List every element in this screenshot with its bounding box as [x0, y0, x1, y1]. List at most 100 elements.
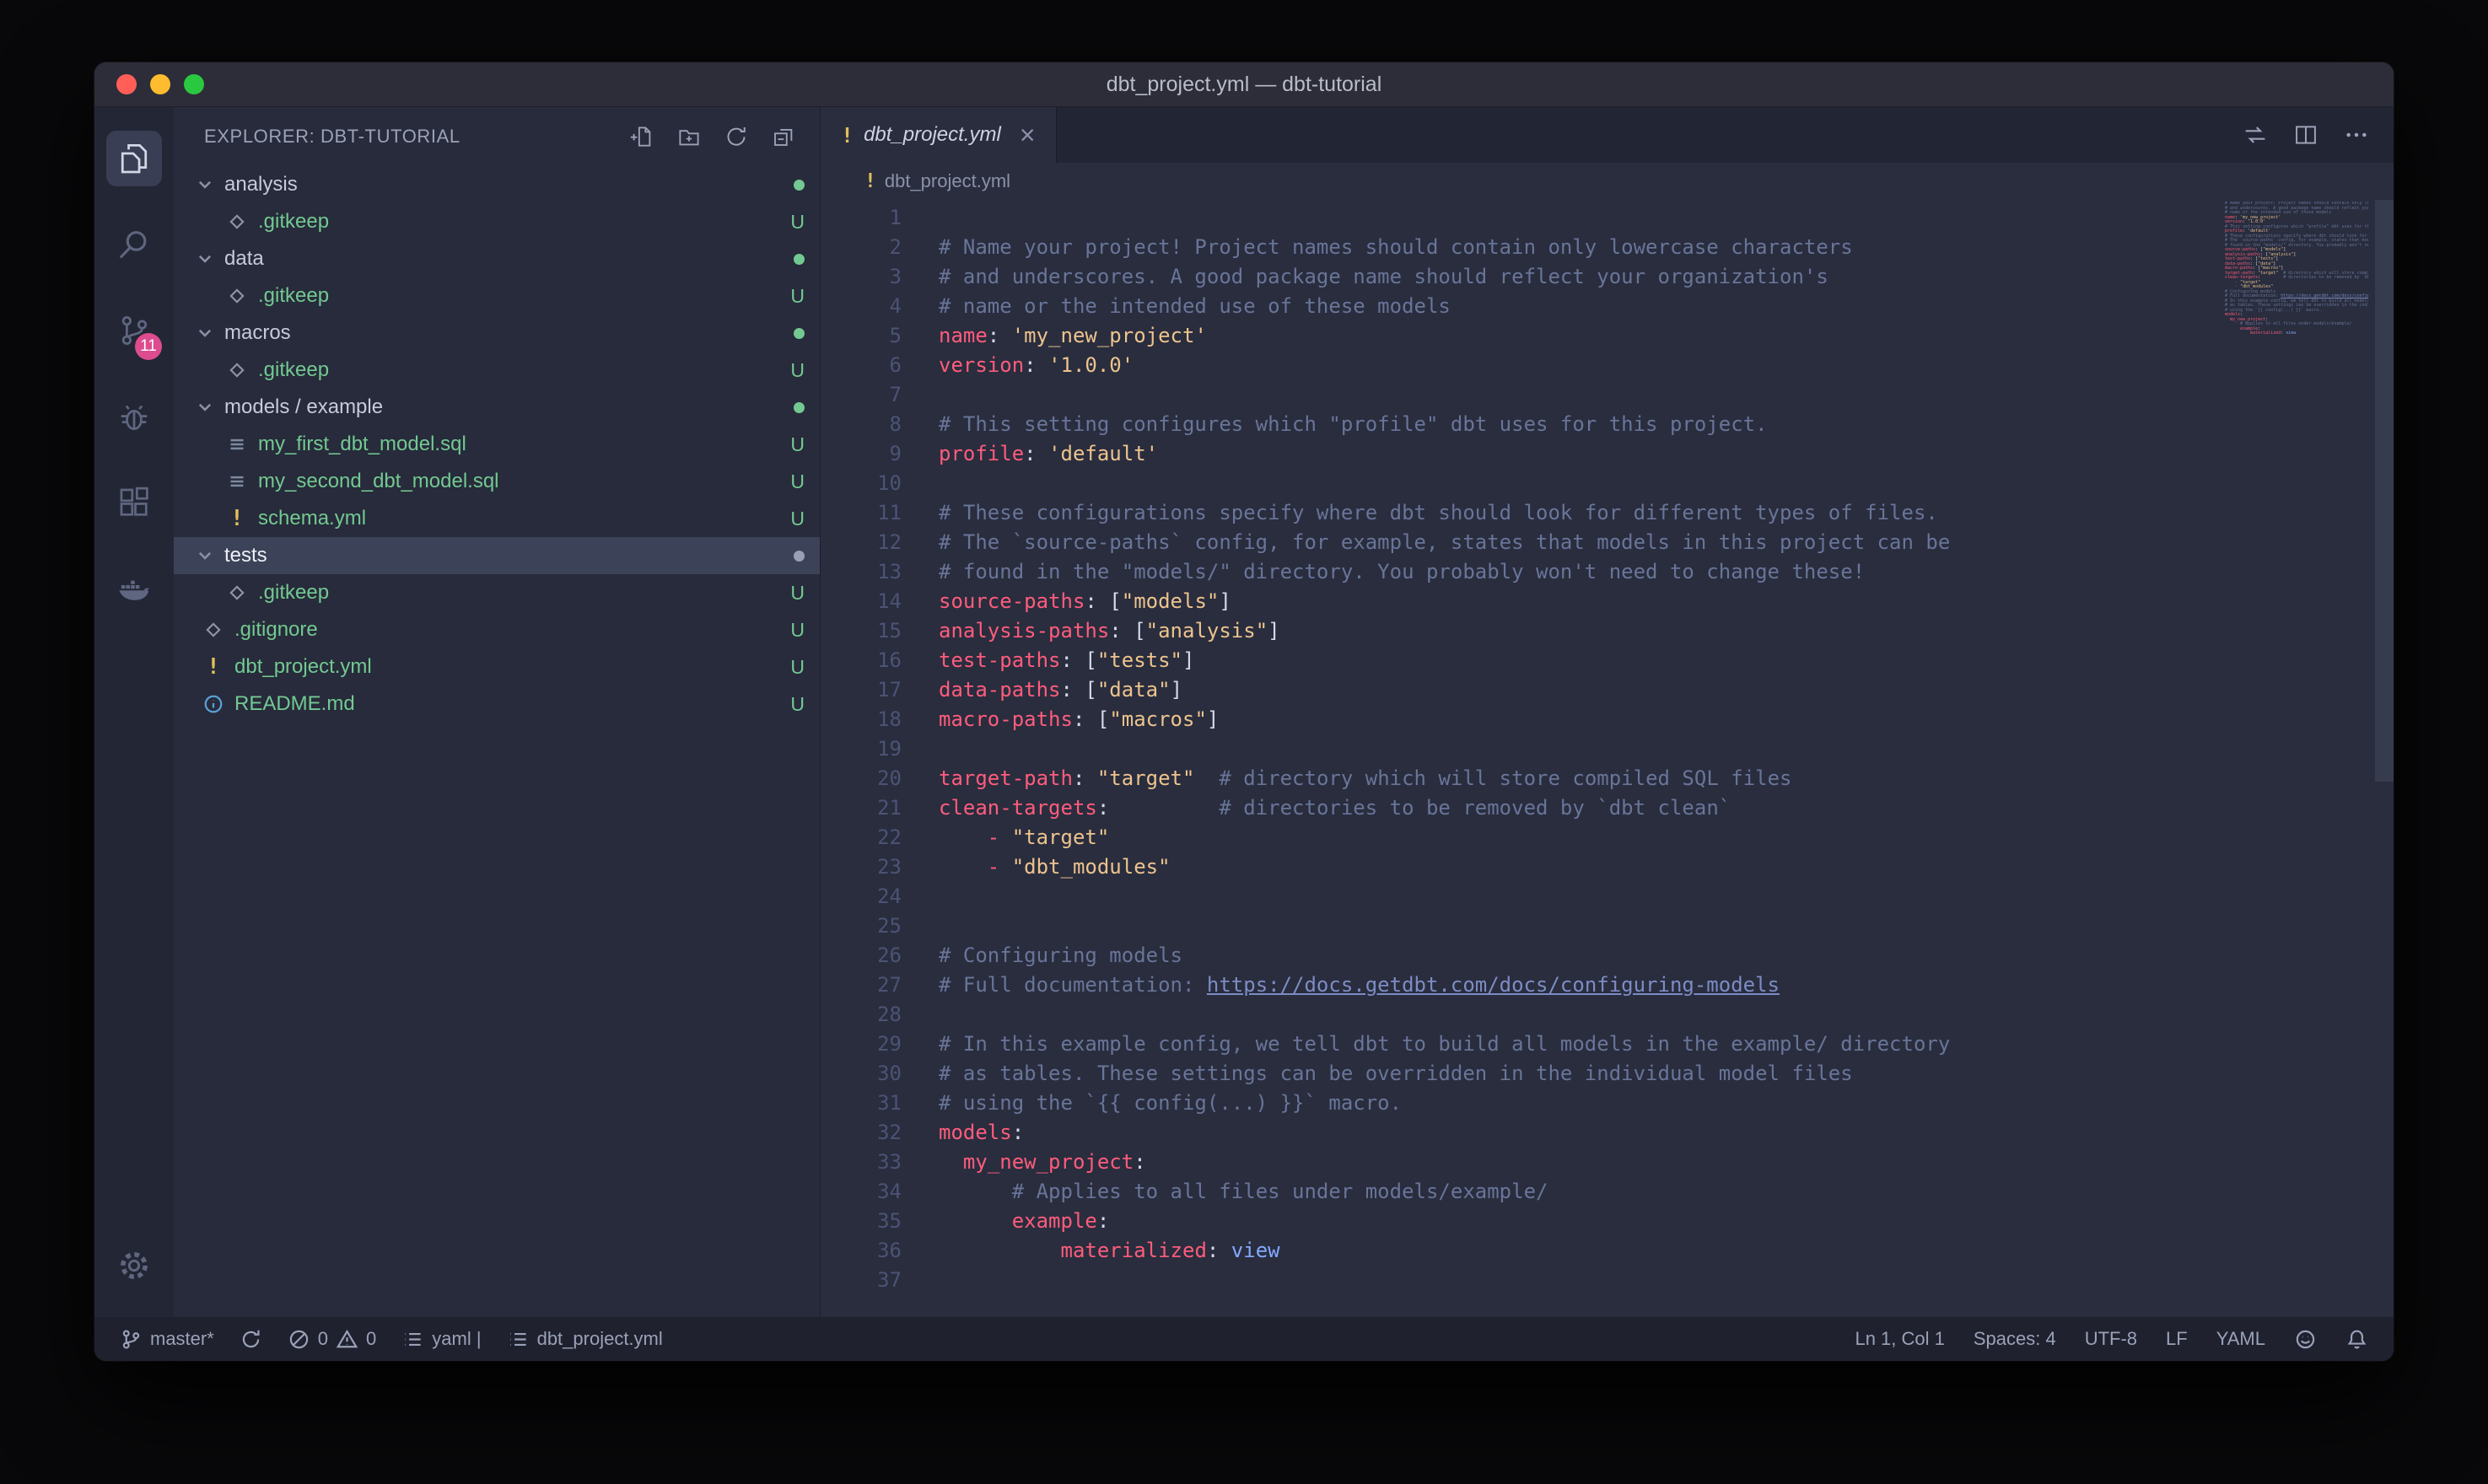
status-label: UTF-8 — [2085, 1328, 2137, 1350]
tree-file-my-second-dbt-model-sql[interactable]: my_second_dbt_model.sqlU — [174, 463, 820, 500]
collapse-all-button[interactable] — [766, 119, 801, 154]
line-content: data-paths: ["data"] — [939, 675, 1182, 705]
git-untracked-badge: U — [790, 433, 805, 456]
refresh-button[interactable] — [719, 119, 754, 154]
new-file-button[interactable] — [624, 119, 660, 154]
status-label: 0 — [366, 1328, 376, 1350]
activity-explorer-button[interactable] — [94, 116, 174, 202]
tree-folder-analysis[interactable]: analysis — [174, 166, 820, 203]
tree-item-decorations: U — [790, 470, 805, 493]
tree-file-dbt-project-yml[interactable]: !dbt_project.ymlU — [174, 648, 820, 686]
tree-file-my-first-dbt-model-sql[interactable]: my_first_dbt_model.sqlU — [174, 426, 820, 463]
line-number: 7 — [821, 380, 902, 410]
tree-file-gitkeep[interactable]: .gitkeepU — [174, 352, 820, 389]
activity-debug-button[interactable] — [94, 374, 174, 460]
git-file-icon — [223, 359, 251, 381]
status-yaml-status[interactable]: yaml | — [401, 1328, 481, 1351]
tree-folder-macros[interactable]: macros — [174, 315, 820, 352]
sql-file-icon — [223, 470, 251, 492]
git-untracked-badge: U — [790, 359, 805, 382]
tree-file-schema-yml[interactable]: !schema.ymlU — [174, 500, 820, 537]
code-link[interactable]: https://docs.getdbt.com/docs/configuring… — [1207, 973, 1780, 997]
line-number: 14 — [821, 587, 902, 616]
status-sync[interactable] — [240, 1328, 262, 1351]
tree-file-gitkeep[interactable]: .gitkeepU — [174, 277, 820, 315]
debug-icon — [106, 389, 162, 444]
tree-folder-data[interactable]: data — [174, 240, 820, 277]
tree-file-gitignore[interactable]: .gitignoreU — [174, 611, 820, 648]
tree-folder-tests[interactable]: tests — [174, 537, 820, 574]
line-content: test-paths: ["tests"] — [939, 646, 1194, 675]
settings-icon — [106, 1238, 162, 1293]
tree-item-label: tests — [224, 544, 267, 567]
tree-file-readme-md[interactable]: README.mdU — [174, 686, 820, 723]
traffic-lights — [116, 62, 204, 106]
code-line-15: 15analysis-paths: ["analysis"] — [821, 616, 2394, 646]
breadcrumb-item-file[interactable]: dbt_project.yml — [885, 170, 1010, 192]
status-label: yaml | — [432, 1328, 481, 1350]
tree-folder-models-example[interactable]: models / example — [174, 389, 820, 426]
explorer-icon — [106, 131, 162, 186]
status-file-outline[interactable]: dbt_project.yml — [507, 1328, 663, 1351]
line-number: 28 — [821, 1000, 902, 1030]
line-number: 24 — [821, 882, 902, 911]
minimap[interactable]: # Name your project! Project names shoul… — [2225, 202, 2368, 336]
md-file-icon — [199, 693, 228, 715]
tree-file-gitkeep[interactable]: .gitkeepU — [174, 574, 820, 611]
tab-close-button[interactable]: × — [1020, 121, 1036, 148]
activity-source-control-button[interactable]: 11 — [94, 288, 174, 374]
list-icon — [401, 1328, 424, 1351]
code-line-24: 24 — [821, 882, 2394, 911]
status-cursor-position[interactable]: Ln 1, Col 1 — [1855, 1328, 1944, 1350]
yaml-file-icon: ! — [223, 508, 251, 530]
docker-icon — [106, 561, 162, 616]
split-editor-button[interactable] — [2292, 121, 2319, 148]
code-line-36: 36 materialized: view — [821, 1236, 2394, 1266]
activity-docker-button[interactable] — [94, 546, 174, 632]
open-changes-button[interactable] — [2242, 121, 2269, 148]
status-language-mode[interactable]: YAML — [2216, 1328, 2265, 1350]
tab-dbt-project-yml[interactable]: ! dbt_project.yml × — [821, 107, 1057, 163]
code-line-19: 19 — [821, 734, 2394, 764]
tree-item-decorations: U — [790, 656, 805, 679]
status-encoding[interactable]: UTF-8 — [2085, 1328, 2137, 1350]
workbench: 11 EXPLORER: DBT-TUTORIAL analysis.gitke… — [94, 107, 2394, 1317]
tree-file-gitkeep[interactable]: .gitkeepU — [174, 203, 820, 240]
editor-scrollbar[interactable] — [2375, 200, 2394, 782]
status-notifications[interactable] — [2345, 1328, 2368, 1351]
activity-extensions-button[interactable] — [94, 460, 174, 546]
tab-label: dbt_project.yml — [864, 123, 1001, 147]
new-folder-button[interactable] — [671, 119, 707, 154]
status-problems[interactable]: 00 — [288, 1328, 377, 1351]
breadcrumb[interactable]: ! dbt_project.yml — [821, 163, 2394, 200]
line-content: profile: 'default' — [939, 439, 1158, 469]
tree-item-label: data — [224, 247, 264, 271]
close-window-button[interactable] — [116, 74, 137, 94]
code-line-34: 34 # Applies to all files under models/e… — [821, 1177, 2394, 1207]
activity-search-button[interactable] — [94, 202, 174, 288]
git-untracked-badge: U — [790, 582, 805, 605]
minimize-window-button[interactable] — [150, 74, 170, 94]
code-editor[interactable]: 12# Name your project! Project names sho… — [821, 200, 2394, 1317]
activity-settings-button[interactable] — [94, 1223, 174, 1309]
split-editor-icon — [2292, 121, 2319, 148]
status-git-branch[interactable]: master* — [120, 1328, 214, 1351]
code-line-5: 5name: 'my_new_project' — [821, 321, 2394, 351]
search-icon — [106, 217, 162, 272]
zoom-window-button[interactable] — [184, 74, 204, 94]
status-feedback[interactable] — [2294, 1328, 2317, 1351]
code-line-9: 9profile: 'default' — [821, 439, 2394, 469]
line-number: 16 — [821, 646, 902, 675]
code-line-13: 13# found in the "models/" directory. Yo… — [821, 557, 2394, 587]
status-eol[interactable]: LF — [2166, 1328, 2188, 1350]
more-button[interactable] — [2343, 121, 2370, 148]
code-line-29: 29# In this example config, we tell dbt … — [821, 1030, 2394, 1059]
code-line-21: 21clean-targets: # directories to be rem… — [821, 793, 2394, 823]
feedback-icon — [2294, 1328, 2317, 1351]
line-number: 8 — [821, 410, 902, 439]
code-line-12: 12# The `source-paths` config, for examp… — [821, 528, 2394, 557]
status-indentation[interactable]: Spaces: 4 — [1974, 1328, 2056, 1350]
vscode-window: dbt_project.yml — dbt-tutorial 11 EXPLOR… — [94, 62, 2394, 1361]
editor-actions — [2242, 107, 2394, 163]
line-content: - "dbt_modules" — [939, 852, 1171, 882]
